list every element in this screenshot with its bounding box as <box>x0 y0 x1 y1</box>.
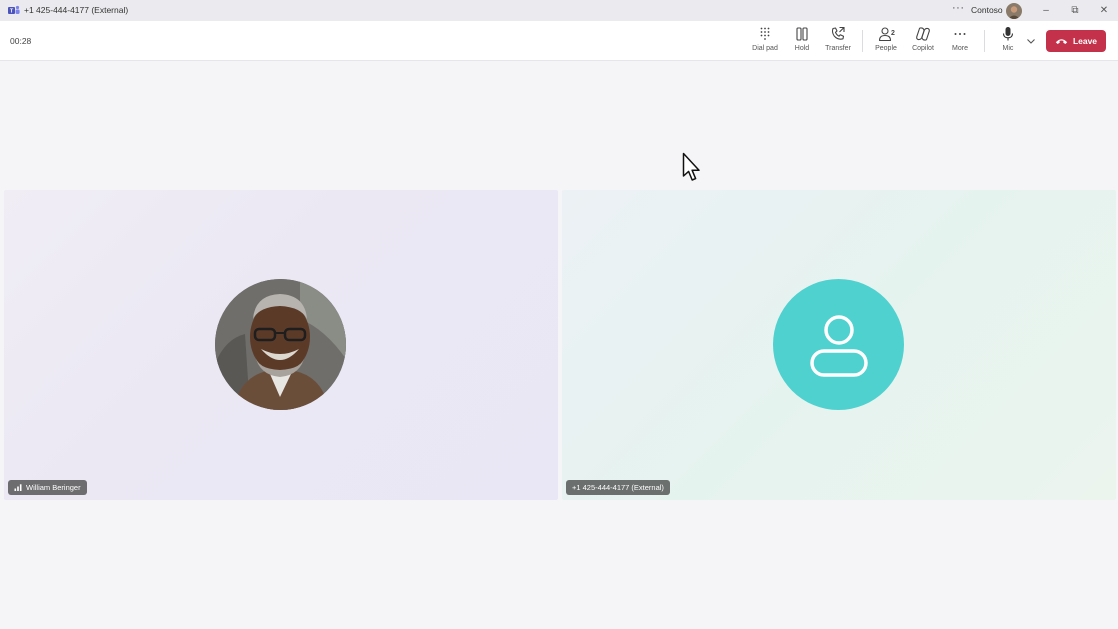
participant-tile[interactable]: +1 425-444-4177 (External) <box>562 190 1116 500</box>
toolbar-divider <box>862 30 863 52</box>
leave-button[interactable]: Leave <box>1046 30 1106 52</box>
restore-button[interactable]: ⧉ <box>1066 2 1084 19</box>
account-name[interactable]: Contoso <box>971 5 1003 15</box>
call-timer: 00:28 <box>10 36 32 46</box>
toolbar-divider <box>984 30 985 52</box>
close-button[interactable]: ✕ <box>1095 2 1113 19</box>
hold-button[interactable]: Hold <box>782 26 822 58</box>
dial-pad-label: Dial pad <box>752 45 778 52</box>
people-button[interactable]: 2 People <box>866 26 906 58</box>
title-bar: T +1 425-444-4177 (External) ··· Contoso… <box>0 0 1118 21</box>
call-toolbar: 00:28 Dial pad Hold Transfer 2 People Co… <box>0 21 1118 61</box>
more-options-button[interactable]: ··· <box>952 2 965 14</box>
participant-name-tag: +1 425-444-4177 (External) <box>566 480 670 495</box>
copilot-icon <box>916 27 930 41</box>
mic-label: Mic <box>1002 45 1014 52</box>
mouse-cursor-icon <box>682 152 700 181</box>
leave-label: Leave <box>1072 36 1098 46</box>
people-label: People <box>875 45 897 52</box>
copilot-label: Copilot <box>912 45 934 52</box>
dial-pad-icon <box>760 27 770 40</box>
signal-bars-icon <box>14 484 22 491</box>
people-count-badge: 2 <box>891 30 895 37</box>
generic-avatar <box>773 279 904 410</box>
more-icon <box>954 33 966 35</box>
participant-name: +1 425-444-4177 (External) <box>572 483 664 492</box>
person-icon <box>809 314 868 377</box>
chevron-down-icon[interactable] <box>1025 35 1037 47</box>
pause-icon <box>796 27 808 41</box>
more-button[interactable]: More <box>940 26 980 58</box>
transfer-label: Transfer <box>825 45 851 52</box>
phone-transfer-icon <box>831 26 845 40</box>
participant-name-tag: William Beringer <box>8 480 87 495</box>
minimize-button[interactable]: – <box>1037 2 1055 19</box>
participant-photo <box>215 279 346 410</box>
hold-label: Hold <box>794 45 810 52</box>
transfer-button[interactable]: Transfer <box>818 26 858 58</box>
microphone-icon <box>1002 27 1014 41</box>
account-avatar[interactable] <box>1006 3 1022 19</box>
dial-pad-button[interactable]: Dial pad <box>745 26 785 58</box>
more-label: More <box>952 45 968 52</box>
window-title: +1 425-444-4177 (External) <box>24 5 129 15</box>
hang-up-icon <box>1055 39 1068 44</box>
mic-button[interactable]: Mic <box>988 26 1028 58</box>
participant-name: William Beringer <box>26 483 81 492</box>
participant-tile[interactable]: William Beringer <box>4 190 558 500</box>
copilot-button[interactable]: Copilot <box>903 26 943 58</box>
teams-logo-icon: T <box>8 5 20 15</box>
